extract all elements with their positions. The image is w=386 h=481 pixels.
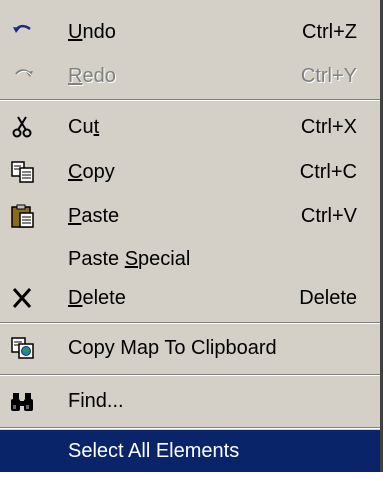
redo-icon [10,64,36,88]
menu-item-cut-shortcut: Ctrl+X [300,116,357,138]
menu-separator [0,99,380,101]
delete-x-icon [10,286,36,310]
undo-icon [10,20,36,44]
copy-icon [10,160,36,184]
menu-separator [0,427,380,429]
menu-item-copy-shortcut: Ctrl+C [299,161,357,183]
scissors-icon [10,115,36,139]
menu-item-redo-shortcut: Ctrl+Y [300,65,357,87]
menu-item-undo[interactable]: Undo Ctrl+Z [0,9,380,55]
menu-item-delete-shortcut: Delete [299,287,357,309]
clipboard-icon [10,204,36,228]
menu-item-copy[interactable]: Copy Ctrl+C [0,149,380,195]
menu-item-undo-shortcut: Ctrl+Z [302,21,357,43]
menu-item-find-label: Find... [68,390,124,412]
menu-item-paste-special-label: Paste Special [68,248,191,270]
copy-map-icon [10,336,36,360]
menu-item-paste[interactable]: Paste Ctrl+V [0,193,380,239]
menu-item-copy-label: Copy [68,161,115,183]
menu-item-cut-label: Cut [68,116,100,138]
menu-separator [0,374,380,376]
menu-item-undo-label: Undo [68,21,116,43]
edit-menu: Undo Ctrl+Z Redo Ctrl+Y Cut Ctrl+X Copy … [0,0,383,472]
menu-item-select-all[interactable]: Select All Elements [0,430,380,472]
menu-separator [0,322,380,324]
menu-item-redo-label: Redo [68,65,116,87]
menu-item-redo[interactable]: Redo Ctrl+Y [0,53,380,99]
menu-item-delete-label: Delete [68,287,126,309]
menu-item-cut[interactable]: Cut Ctrl+X [0,104,380,150]
menu-item-select-all-label: Select All Elements [68,440,240,462]
menu-item-delete[interactable]: Delete Delete [0,275,380,321]
menu-item-copy-map-label: Copy Map To Clipboard [68,337,277,359]
menu-item-copy-map[interactable]: Copy Map To Clipboard [0,325,380,371]
binoculars-icon [10,389,36,413]
menu-item-paste-label: Paste [68,205,120,227]
menu-item-find[interactable]: Find... [0,378,380,424]
menu-item-paste-shortcut: Ctrl+V [300,205,357,227]
